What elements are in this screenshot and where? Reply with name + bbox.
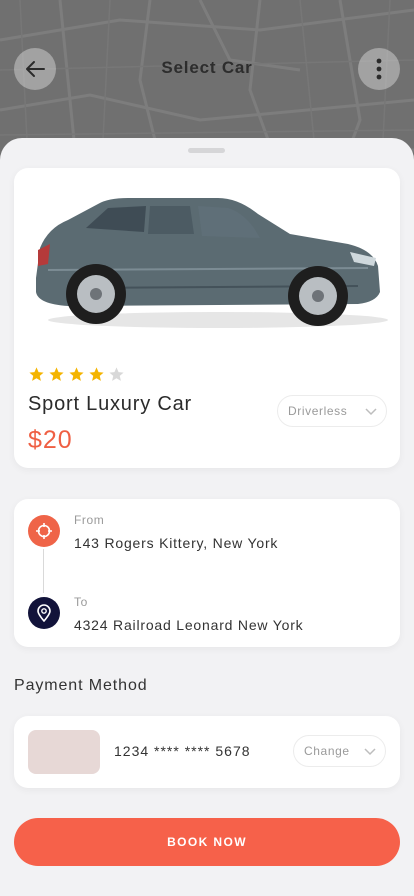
car-image xyxy=(36,198,388,328)
route-card: From 143 Rogers Kittery, New York To 432… xyxy=(14,499,400,647)
crosshair-icon xyxy=(28,515,60,547)
chevron-down-icon xyxy=(365,408,377,416)
chevron-down-icon xyxy=(364,748,376,756)
rating-stars xyxy=(28,366,125,383)
star-filled-icon xyxy=(29,367,44,381)
map-pin-icon xyxy=(28,597,60,629)
car-price: $20 xyxy=(28,426,73,454)
car-name: Sport Luxury Car xyxy=(28,393,192,415)
from-address[interactable]: 143 Rogers Kittery, New York xyxy=(74,535,278,551)
star-filled-icon xyxy=(49,367,64,381)
more-options-button[interactable] xyxy=(358,48,400,90)
driver-option-select[interactable]: Driverless xyxy=(277,395,387,427)
to-label: To xyxy=(74,595,88,609)
route-connector xyxy=(43,549,44,593)
drag-handle[interactable] xyxy=(188,148,225,153)
star-filled-icon xyxy=(89,367,104,381)
more-vertical-icon xyxy=(376,58,382,80)
book-now-button[interactable]: BOOK NOW xyxy=(14,818,400,866)
change-label: Change xyxy=(304,744,350,758)
payment-section-title: Payment Method xyxy=(14,677,148,694)
driver-option-label: Driverless xyxy=(288,404,348,418)
car-card[interactable]: Sport Luxury Car $20 Driverless xyxy=(14,168,400,468)
page-title: Select Car xyxy=(161,58,253,77)
credit-card-thumbnail xyxy=(28,730,100,774)
star-filled-icon xyxy=(69,367,84,381)
change-payment-select[interactable]: Change xyxy=(293,735,386,767)
top-bar: Select Car xyxy=(0,48,414,92)
to-address[interactable]: 4324 Railroad Leonard New York xyxy=(74,617,303,633)
payment-card[interactable]: 1234 **** **** 5678 Change xyxy=(14,716,400,788)
card-number: 1234 **** **** 5678 xyxy=(114,743,251,759)
bottom-sheet: Sport Luxury Car $20 Driverless From 143… xyxy=(0,138,414,896)
from-label: From xyxy=(74,513,105,527)
star-empty-icon xyxy=(109,367,124,381)
